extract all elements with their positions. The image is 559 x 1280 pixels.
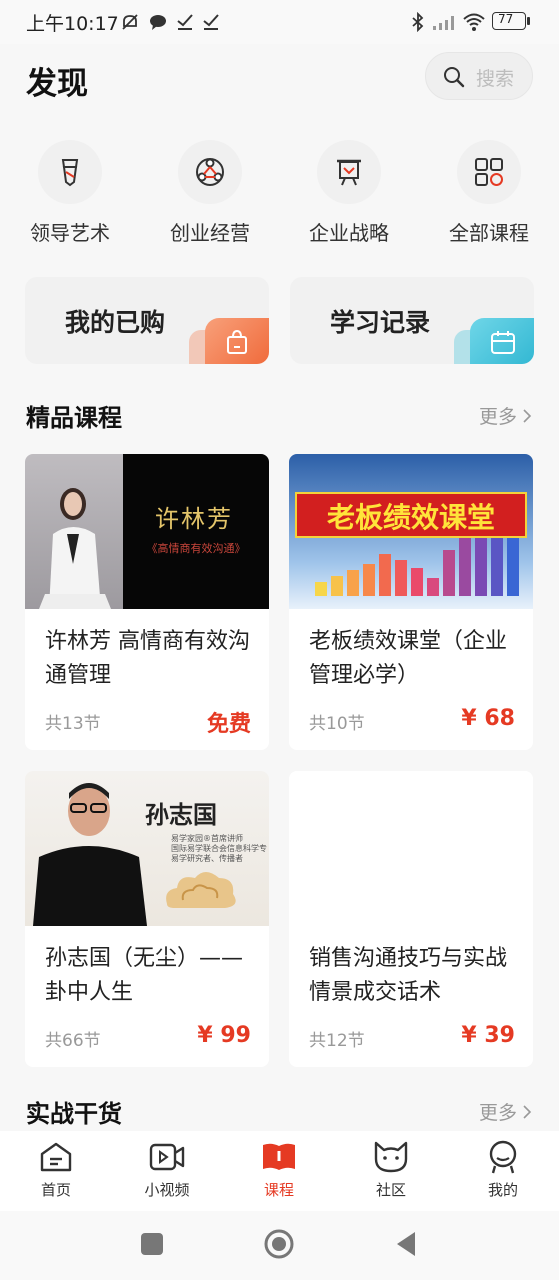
learning-history-card[interactable]: 学习记录 xyxy=(290,277,534,364)
thumb-title: 老板绩效课堂 xyxy=(326,501,495,534)
nav-item-community[interactable]: 社区 xyxy=(351,1139,431,1200)
category-leadership[interactable]: 领导艺术 xyxy=(20,140,120,246)
lesson-count: 共66节 xyxy=(45,1031,101,1051)
status-bar: 上午10:17 77 xyxy=(0,0,559,44)
learning-history-label: 学习记录 xyxy=(330,308,431,337)
course-title: 许林芳 高情商有效沟通管理 xyxy=(45,629,250,688)
section-title-practical: 实战干货 xyxy=(26,1100,122,1128)
battery-tip xyxy=(527,17,530,25)
practical-more-link[interactable]: 更多 xyxy=(479,1098,532,1125)
bluetooth-icon xyxy=(412,12,424,32)
check-icon xyxy=(177,14,193,30)
lesson-count: 共13节 xyxy=(45,714,101,734)
course-price: 免费 xyxy=(206,712,251,737)
status-time: 上午10:17 xyxy=(26,13,119,35)
my-purchases-label: 我的已购 xyxy=(65,308,166,337)
nav-label: 我的 xyxy=(487,1181,518,1199)
course-card[interactable]: 老板绩效课堂 老板绩效课堂（企业管理必学） 共10节 ¥ 68 xyxy=(289,454,533,750)
chat-icon xyxy=(150,15,166,30)
course-title: 老板绩效课堂（企业管理必学） xyxy=(309,629,508,688)
course-title: 销售沟通技巧与实战情景成交话术 xyxy=(309,946,508,1005)
lesson-count: 共10节 xyxy=(309,714,365,734)
back-button[interactable] xyxy=(393,1230,419,1258)
system-nav-bar xyxy=(0,1211,559,1280)
home-icon xyxy=(40,1142,72,1172)
nav-label: 首页 xyxy=(40,1181,71,1199)
nav-item-profile[interactable]: 我的 xyxy=(463,1139,543,1200)
more-label: 更多 xyxy=(479,406,518,428)
category-business[interactable]: 创业经营 xyxy=(160,140,260,246)
presenter-photo xyxy=(33,783,147,926)
search-button[interactable]: 搜索 xyxy=(425,52,533,100)
check-icon xyxy=(203,14,219,30)
recent-apps-button[interactable] xyxy=(141,1233,163,1255)
category-label: 创业经营 xyxy=(170,221,250,245)
mute-icon xyxy=(122,14,138,30)
search-placeholder: 搜索 xyxy=(476,68,515,90)
course-thumbnail: 老板绩效课堂 xyxy=(289,454,533,609)
wifi-icon xyxy=(463,13,485,31)
nav-item-courses[interactable]: 课程 xyxy=(239,1139,319,1200)
category-label: 全部课程 xyxy=(449,221,529,245)
network-icon xyxy=(196,158,224,186)
course-title: 孙志国（无尘）——卦中人生 xyxy=(45,946,244,1005)
grid-icon xyxy=(475,158,503,186)
thumb-subtitle: 《高情商有效沟通》 xyxy=(146,542,246,555)
user-icon xyxy=(489,1140,517,1174)
category-strategy[interactable]: 企业战略 xyxy=(299,140,399,246)
battery-level: 77 xyxy=(498,12,514,26)
course-thumbnail: 孙志国 易学家园®首席讲师 国际易学联合会信息科学专 易学研究者、传播者 xyxy=(25,771,269,926)
course-price: ¥ 39 xyxy=(461,1023,515,1048)
nav-label: 小视频 xyxy=(144,1181,190,1199)
nav-label: 课程 xyxy=(263,1181,294,1199)
calendar-icon xyxy=(491,331,515,354)
course-card[interactable]: 销售沟通技巧与实战情景成交话术 共12节 ¥ 39 xyxy=(289,771,533,1067)
section-title-featured: 精品课程 xyxy=(26,404,122,432)
lesson-count: 共12节 xyxy=(309,1031,365,1051)
course-price: ¥ 68 xyxy=(461,706,515,731)
signal-icon xyxy=(433,16,454,30)
category-all-courses[interactable]: 全部课程 xyxy=(439,140,539,246)
search-icon xyxy=(444,67,465,88)
course-card[interactable]: 孙志国 易学家园®首席讲师 国际易学联合会信息科学专 易学研究者、传播者 孙志国… xyxy=(25,771,269,1067)
tie-icon xyxy=(61,159,79,187)
battery-icon: 77 xyxy=(492,12,526,30)
cloud-ornament xyxy=(166,872,236,908)
course-price: ¥ 99 xyxy=(197,1023,251,1048)
my-purchases-card[interactable]: 我的已购 xyxy=(25,277,269,364)
presenter-photo xyxy=(39,488,111,609)
nav-label: 社区 xyxy=(375,1181,406,1199)
nav-item-home[interactable]: 首页 xyxy=(16,1139,96,1200)
presentation-icon xyxy=(337,159,361,186)
book-icon xyxy=(263,1143,295,1170)
category-label: 企业战略 xyxy=(309,221,389,245)
home-button[interactable] xyxy=(263,1228,295,1260)
course-card[interactable]: 许林芳 《高情商有效沟通》 许林芳 高情商有效沟通管理 共13节 免费 xyxy=(25,454,269,750)
course-thumbnail: 许林芳 《高情商有效沟通》 xyxy=(25,454,269,609)
featured-more-link[interactable]: 更多 xyxy=(479,402,532,429)
video-icon xyxy=(149,1143,185,1171)
thumb-line: 易学研究者、传播者 xyxy=(171,854,243,863)
thumb-title: 孙志国 xyxy=(145,800,217,829)
shopping-bag-icon xyxy=(227,329,247,354)
course-thumbnail xyxy=(289,771,533,926)
page-title: 发现 xyxy=(26,66,88,102)
cat-icon xyxy=(374,1141,408,1173)
bottom-nav: 首页 小视频 课程 社区 我的 xyxy=(0,1131,559,1211)
chevron-right-icon xyxy=(523,1105,532,1119)
category-label: 领导艺术 xyxy=(30,221,110,245)
nav-item-short-video[interactable]: 小视频 xyxy=(127,1139,207,1200)
chevron-right-icon xyxy=(523,409,532,423)
more-label: 更多 xyxy=(479,1102,518,1124)
thumb-title: 许林芳 xyxy=(155,505,233,533)
